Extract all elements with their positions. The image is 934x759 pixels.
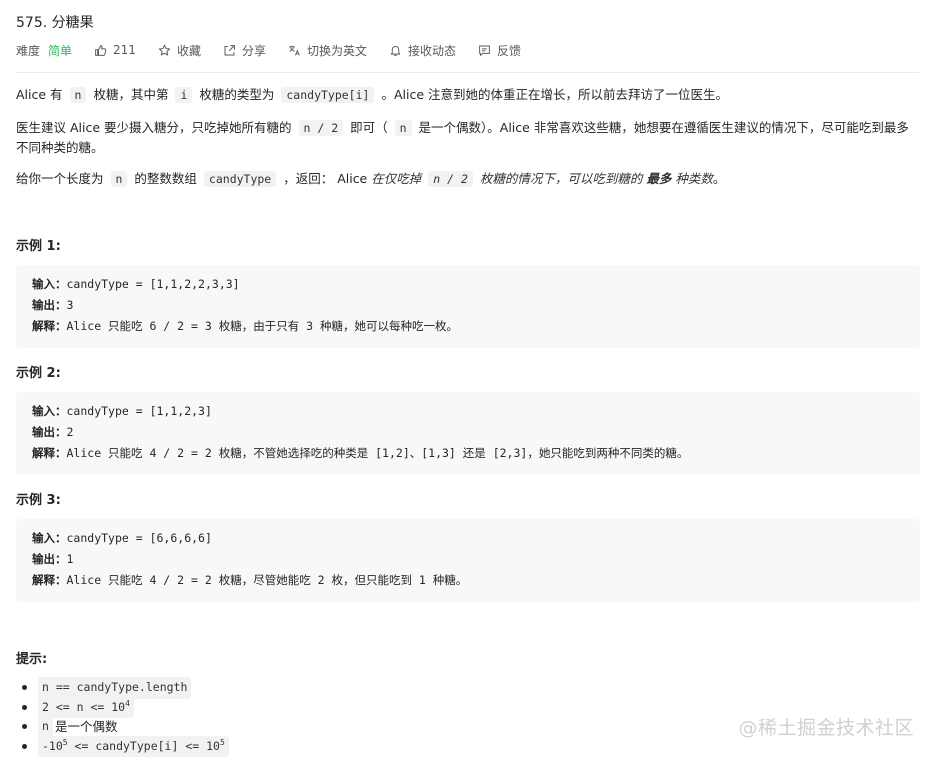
description-paragraph-2: 医生建议 Alice 要少摄入糖分，只吃掉她所有糖的 n / 2 即可（ n 是… [16,118,920,158]
difficulty-value: 简单 [48,43,73,58]
share-label: 分享 [241,43,266,58]
output-label: 输出： [32,298,67,312]
input-label: 输入： [32,404,67,418]
example-3-heading: 示例 3: [16,493,61,508]
output-value: 3 [66,298,74,312]
tip-item: -105 <= candyType[i] <= 105 [22,735,231,757]
inline-code: n [394,120,412,136]
text: ，返回： Alice [283,171,368,186]
share-icon [224,44,235,55]
superscript: 5 [62,737,68,747]
star-icon [158,44,171,55]
explain-label: 解释： [32,446,67,460]
inline-code: n [110,171,128,187]
problem-title: 575. 分糖果 [16,15,94,31]
tips-list: n == candyType.length 2 <= n <= 104 n 是一… [22,677,231,757]
italic-text: 在仅吃掉 [371,171,422,186]
inline-code: candyType [203,171,277,187]
description-paragraph-1: Alice 有 n 枚糖，其中第 i 枚糖的类型为 candyType[i] 。… [16,85,920,105]
superscript: 4 [125,698,130,708]
input-label: 输入： [32,277,67,291]
output-value: 1 [66,552,74,566]
superscript: 5 [219,737,225,747]
output-value: 2 [66,425,74,439]
input-value: candyType = [6,6,6,6] [66,531,212,545]
text: Alice 有 [16,87,63,102]
notify-label: 接收动态 [407,43,456,58]
text: 2 <= n <= 10 [42,699,126,714]
header-divider [16,72,919,73]
text: 。 [712,171,726,186]
feedback-label: 反馈 [497,43,522,58]
feedback-button[interactable]: 反馈 [478,42,521,59]
feedback-icon [479,45,490,56]
switch-language-button[interactable]: 切换为英文 [288,42,367,59]
example-1-heading: 示例 1: [16,239,61,254]
explain-value: Alice 只能吃 6 / 2 = 3 枚糖，由于只有 3 种糖，她可以每种吃一… [66,319,458,333]
inline-code: candyType[i] [281,87,375,103]
text: -10 [42,738,63,753]
tip-item: n == candyType.length [22,677,231,699]
inline-code: n == candyType.length [38,677,192,699]
bold-text: 最多 [646,171,672,186]
thumbs-up-icon [95,44,107,56]
like-count: 211 [113,43,136,57]
output-label: 输出： [32,425,67,439]
text: 是一个偶数 [54,719,118,734]
inline-code: -105 <= candyType[i] <= 105 [38,735,229,757]
favorite-button[interactable]: 收藏 [158,42,201,59]
difficulty: 难度 简单 [16,42,72,59]
switch-language-label: 切换为英文 [306,43,367,58]
tips-heading: 提示: [16,652,48,667]
inline-code: i [175,87,193,103]
difficulty-label: 难度 [16,43,41,58]
input-label: 输入： [32,531,67,545]
favorite-label: 收藏 [176,43,201,58]
translate-icon [289,45,300,56]
inline-code: 2 <= n <= 104 [38,696,134,718]
explain-value: Alice 只能吃 4 / 2 = 2 枚糖，尽管她能吃 2 枚，但只能吃到 1… [66,573,468,587]
text: 的整数数组 [134,171,197,186]
example-2-block: 输入：candyType = [1,1,2,3] 输出：2 解释：Alice 只… [16,392,920,475]
watermark: @稀土掘金技术社区 [738,717,914,739]
tip-item: n 是一个偶数 [22,716,231,738]
example-3-block: 输入：candyType = [6,6,6,6] 输出：1 解释：Alice 只… [16,519,920,602]
output-label: 输出： [32,552,67,566]
example-1-block: 输入：candyType = [1,1,2,2,3,3] 输出：3 解释：Ali… [16,265,920,348]
text: 。Alice 注意到她的体重正在增长，所以前去拜访了一位医生。 [381,87,728,102]
inline-code: n [69,87,87,103]
like-button[interactable]: 211 [94,43,136,57]
tip-item: 2 <= n <= 104 [22,696,231,718]
text: 给你一个长度为 [16,171,104,186]
bell-icon [390,45,401,56]
italic-text: 种类数 [675,171,713,186]
inline-code: n [38,716,53,738]
description-paragraph-3: 给你一个长度为 n 的整数数组 candyType ，返回： Alice 在仅吃… [16,169,920,189]
input-value: candyType = [1,1,2,2,3,3] [66,277,240,291]
text: 即可（ [350,120,388,135]
text: 枚糖的类型为 [199,87,275,102]
explain-label: 解释： [32,573,67,587]
notify-button[interactable]: 接收动态 [389,42,456,59]
share-button[interactable]: 分享 [223,42,266,59]
problem-meta-bar: 难度 简单 211 收藏 分享 切换为英文 接收动态 反馈 [16,41,543,59]
explain-label: 解释： [32,319,67,333]
inline-code: n / 2 [428,171,473,187]
text: <= candyType[i] <= 10 [74,738,220,753]
input-value: candyType = [1,1,2,3] [66,404,212,418]
text: 枚糖，其中第 [93,87,169,102]
example-2-heading: 示例 2: [16,366,61,381]
italic-text: 枚糖的情况下，可以吃到糖的 [479,171,643,186]
explain-value: Alice 只能吃 4 / 2 = 2 枚糖，不管她选择吃的种类是 [1,2]、… [66,446,689,460]
text: 医生建议 Alice 要少摄入糖分，只吃掉她所有糖的 [16,120,292,135]
inline-code: n / 2 [298,120,344,136]
